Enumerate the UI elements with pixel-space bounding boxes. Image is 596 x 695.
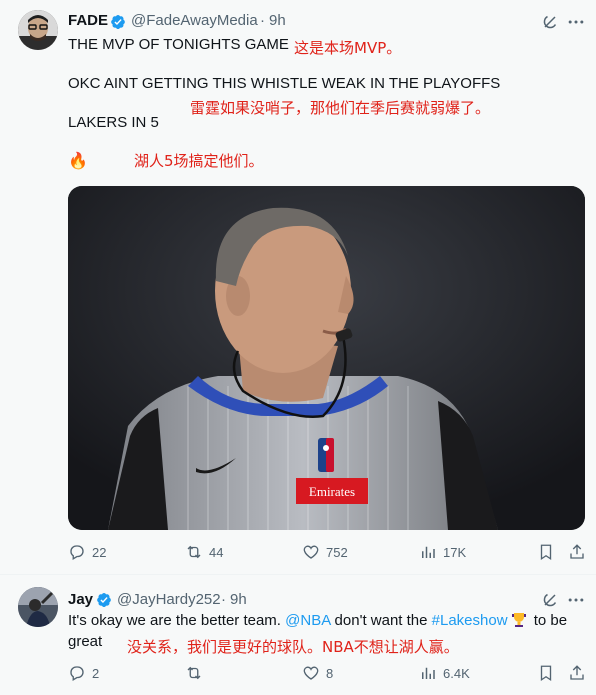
avatar-jay[interactable] xyxy=(18,587,58,627)
tweet-jay[interactable]: Jay @JayHardy252 · 9h It's okay we are t… xyxy=(0,575,596,695)
verified-badge-icon xyxy=(97,592,111,608)
tweet-fade[interactable]: FADE @FadeAwayMedia · 9h THE MVP OF TONI… xyxy=(0,0,596,574)
reply-button[interactable]: 2 xyxy=(68,664,99,682)
translation-3: 湖人5场搞定他们。 xyxy=(134,152,264,170)
views-icon xyxy=(422,667,435,679)
repost-button[interactable] xyxy=(185,664,209,682)
reply-count: 22 xyxy=(92,544,107,560)
trophy-emoji xyxy=(510,612,528,627)
text-part-3: to be xyxy=(529,612,568,629)
translation-2: 雷霆如果没哨子，那他们在季后赛就弱爆了。 xyxy=(190,99,491,117)
bookmark-icon[interactable] xyxy=(537,664,555,682)
mention-nba[interactable]: @NBA xyxy=(285,612,330,629)
avatar-fade[interactable] xyxy=(18,10,58,50)
share-icon[interactable] xyxy=(568,543,586,561)
tweet-text-line-2: OKC AINT GETTING THIS WHISTLE WEAK IN TH… xyxy=(68,75,501,92)
reply-icon xyxy=(70,666,84,681)
author-name[interactable]: Jay xyxy=(68,591,93,608)
text-part-2: don't want the xyxy=(330,612,432,629)
views-icon xyxy=(422,546,435,558)
more-icon[interactable] xyxy=(566,12,586,32)
separator-dot: · xyxy=(260,12,265,29)
translation-1: 没关系，我们是更好的球队。NBA不想让湖人赢。 xyxy=(127,638,459,656)
tweet-text-line-1: It's okay we are the better team. @NBA d… xyxy=(68,612,567,629)
emirates-patch-text: Emirates xyxy=(309,484,355,499)
author-handle[interactable]: @FadeAwayMedia xyxy=(131,12,258,29)
fire-emoji: 🔥 xyxy=(68,153,88,170)
text-part-1: It's okay we are the better team. xyxy=(68,612,286,629)
tweet-text-line-3: LAKERS IN 5 xyxy=(68,114,159,131)
like-icon xyxy=(303,666,319,680)
repost-count: 44 xyxy=(209,544,224,560)
tweet-text-line-1: THE MVP OF TONIGHTS GAME xyxy=(68,36,289,53)
tweet-text-line-2: great xyxy=(68,633,103,650)
repost-icon xyxy=(187,545,201,559)
timestamp[interactable]: 9h xyxy=(230,591,247,608)
reply-button[interactable]: 22 xyxy=(68,543,106,561)
views-button[interactable]: 17K xyxy=(419,543,466,561)
timestamp[interactable]: 9h xyxy=(269,12,286,29)
repost-button[interactable]: 44 xyxy=(185,543,223,561)
like-icon xyxy=(303,545,319,559)
grok-icon[interactable] xyxy=(540,12,560,32)
more-icon[interactable] xyxy=(566,590,586,610)
bookmark-icon[interactable] xyxy=(537,543,555,561)
hashtag-lakeshow[interactable]: #Lakeshow xyxy=(432,612,508,629)
views-button[interactable]: 6.4K xyxy=(419,664,470,682)
referee-photo: Emirates xyxy=(68,186,585,530)
author-handle[interactable]: @JayHardy252 xyxy=(117,591,221,608)
grok-icon[interactable] xyxy=(540,590,560,610)
author-name[interactable]: FADE xyxy=(68,12,108,29)
share-icon[interactable] xyxy=(568,664,586,682)
like-button[interactable]: 752 xyxy=(302,543,348,561)
separator-dot: · xyxy=(221,591,226,608)
reply-icon xyxy=(70,545,84,560)
like-count: 752 xyxy=(326,544,348,560)
like-button[interactable]: 8 xyxy=(302,664,333,682)
views-count: 17K xyxy=(443,544,467,560)
verified-badge-icon xyxy=(111,14,125,30)
reply-count: 2 xyxy=(92,665,100,681)
repost-icon xyxy=(187,666,201,680)
tweet-media-photo[interactable]: Emirates xyxy=(68,186,585,530)
views-count: 6.4K xyxy=(443,665,470,681)
like-count: 8 xyxy=(326,665,334,681)
translation-1: 这是本场MVP。 xyxy=(294,39,402,57)
